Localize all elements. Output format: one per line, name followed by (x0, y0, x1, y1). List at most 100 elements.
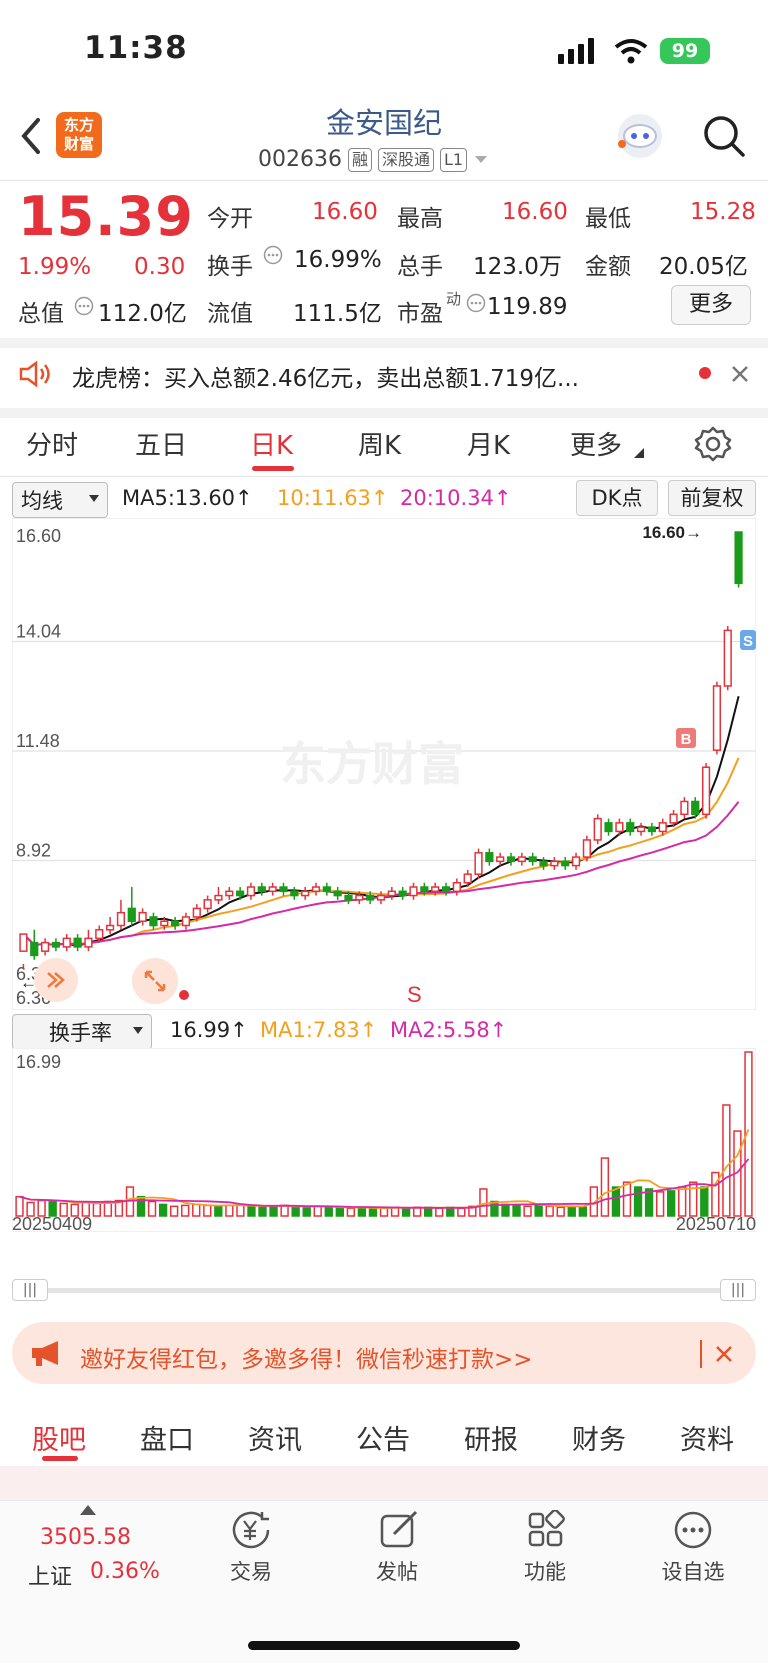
close-icon[interactable] (714, 1344, 734, 1364)
candle-body (712, 685, 722, 751)
candle-body (647, 826, 657, 833)
candle-body (452, 881, 461, 893)
more-quote-button[interactable]: 更多 (671, 285, 751, 325)
turnover-chart[interactable]: 16.99 20250409 20250710 (12, 1048, 756, 1232)
active-bottom-tab-underline (42, 1456, 78, 1461)
turnover-bar (214, 1205, 223, 1217)
fullscreen-button[interactable] (132, 958, 178, 1004)
candle-body (398, 890, 407, 897)
tab-five-day[interactable]: 五日 (135, 425, 187, 462)
turnover-bar (269, 1205, 278, 1217)
turnover-bar (700, 1186, 709, 1217)
index-change[interactable]: 0.36% (90, 1559, 160, 1584)
sub-indicator-select[interactable]: 换手率 (12, 1014, 152, 1050)
stock-code-row[interactable]: 002636 融 深股通 L1 (258, 147, 489, 172)
candle-body (409, 886, 418, 897)
tab-announcements[interactable]: 公告 (356, 1418, 410, 1457)
megaphone-icon (32, 1341, 58, 1366)
up-triangle-icon (80, 1505, 96, 1515)
turnover-bar (346, 1207, 356, 1217)
info-dots-icon[interactable] (466, 293, 486, 313)
candle-body (171, 920, 180, 927)
candle-body (311, 886, 321, 893)
tab-monthly-k[interactable]: 月K (467, 425, 510, 462)
turnover-bar (457, 1207, 466, 1217)
tab-profile[interactable]: 资料 (680, 1418, 734, 1457)
candle-body (506, 856, 516, 863)
nav-add-watchlist[interactable]: 设自选 (653, 1556, 733, 1586)
promo-text[interactable]: 邀好友得红包，多邀多得！微信秒速打款>> (80, 1340, 533, 1374)
tab-weekly-k[interactable]: 周K (358, 425, 401, 462)
kline-chart[interactable]: 东方财富 16.6014.0411.488.926.3616.60→←6.366… (12, 518, 756, 1010)
info-dots-icon[interactable] (263, 245, 283, 265)
nav-post[interactable]: 发帖 (357, 1556, 437, 1586)
tab-orderbook[interactable]: 盘口 (140, 1418, 194, 1457)
candle-body (517, 856, 526, 863)
info-dots-icon[interactable] (74, 296, 94, 316)
trade-yen-icon[interactable] (228, 1510, 274, 1550)
turnover-bar (545, 1205, 554, 1217)
double-chevron-icon (47, 972, 65, 988)
news-headline[interactable]: 龙虎榜：买入总额2.46亿元，卖出总额1.719亿... (72, 359, 579, 393)
tab-intraday[interactable]: 分时 (26, 425, 78, 462)
event-dot[interactable] (179, 990, 189, 1000)
tag-connect: 深股通 (378, 147, 435, 172)
dk-point-button[interactable]: DK点 (576, 480, 658, 516)
candle-body (496, 856, 505, 863)
candle-body (593, 817, 602, 841)
turnover-bar (655, 1191, 665, 1217)
candle-body (127, 907, 136, 922)
more-dots-icon[interactable] (673, 1510, 713, 1550)
compose-post-icon[interactable] (378, 1510, 422, 1550)
expand-left-button[interactable] (34, 958, 78, 1002)
turnover-bar (678, 1186, 687, 1217)
turnover-current: 16.99↑ (170, 1018, 248, 1042)
settings-gear-icon[interactable] (694, 425, 732, 463)
index-name[interactable]: 上证 (28, 1559, 72, 1591)
turnover-bar (247, 1205, 256, 1217)
turnover-bar (501, 1203, 510, 1217)
adjust-mode-button[interactable]: 前复权 (668, 480, 756, 516)
nav-functions[interactable]: 功能 (505, 1556, 585, 1586)
nav-trade[interactable]: 交易 (211, 1556, 291, 1586)
candle-body (366, 894, 375, 901)
ma5-value: MA5:13.60↑ (122, 486, 253, 510)
index-value[interactable]: 3505.58 (40, 1525, 131, 1550)
tab-forum[interactable]: 股吧 (32, 1418, 86, 1457)
close-icon[interactable] (730, 364, 750, 384)
turnover-bar (722, 1104, 731, 1217)
candle-body (463, 873, 472, 884)
battery-indicator: 99 (660, 38, 710, 64)
turnover-bar (633, 1186, 643, 1217)
float-label: 流值 (207, 301, 253, 327)
candle-body (474, 852, 483, 875)
ma20-value: 20:10.34↑ (400, 486, 512, 510)
turnover-bar (181, 1204, 190, 1217)
search-icon[interactable] (702, 114, 746, 158)
tab-more[interactable]: 更多 (570, 425, 622, 462)
tab-research[interactable]: 研报 (464, 1418, 518, 1457)
tab-daily-k[interactable]: 日K (250, 425, 293, 462)
candle-body (550, 860, 559, 867)
scroll-handle-right[interactable]: ||| (720, 1279, 756, 1301)
candle-body (658, 822, 667, 833)
robot-assistant-icon[interactable] (614, 110, 666, 162)
chart-scroller[interactable]: ||| ||| (12, 1279, 756, 1301)
indicator-select[interactable]: 均线 (12, 482, 108, 518)
scroll-handle-left[interactable]: ||| (12, 1279, 48, 1301)
mktcap-value: 112.0亿 (98, 301, 187, 327)
candle-body (246, 886, 256, 897)
candle-body (181, 916, 191, 927)
tab-financials[interactable]: 财务 (572, 1418, 626, 1457)
tag-level: L1 (440, 147, 468, 172)
wifi-icon (614, 39, 648, 64)
candle-body (290, 890, 299, 897)
buy-signal-badge-label: B (681, 731, 692, 748)
turnover-bar (600, 1157, 610, 1217)
candle-body (192, 907, 201, 918)
tab-news[interactable]: 资讯 (248, 1418, 302, 1457)
sell-signal-mark: S (407, 982, 422, 1007)
turnover-bar (203, 1204, 212, 1217)
candle-body (30, 941, 39, 957)
functions-grid-icon[interactable] (526, 1510, 566, 1550)
